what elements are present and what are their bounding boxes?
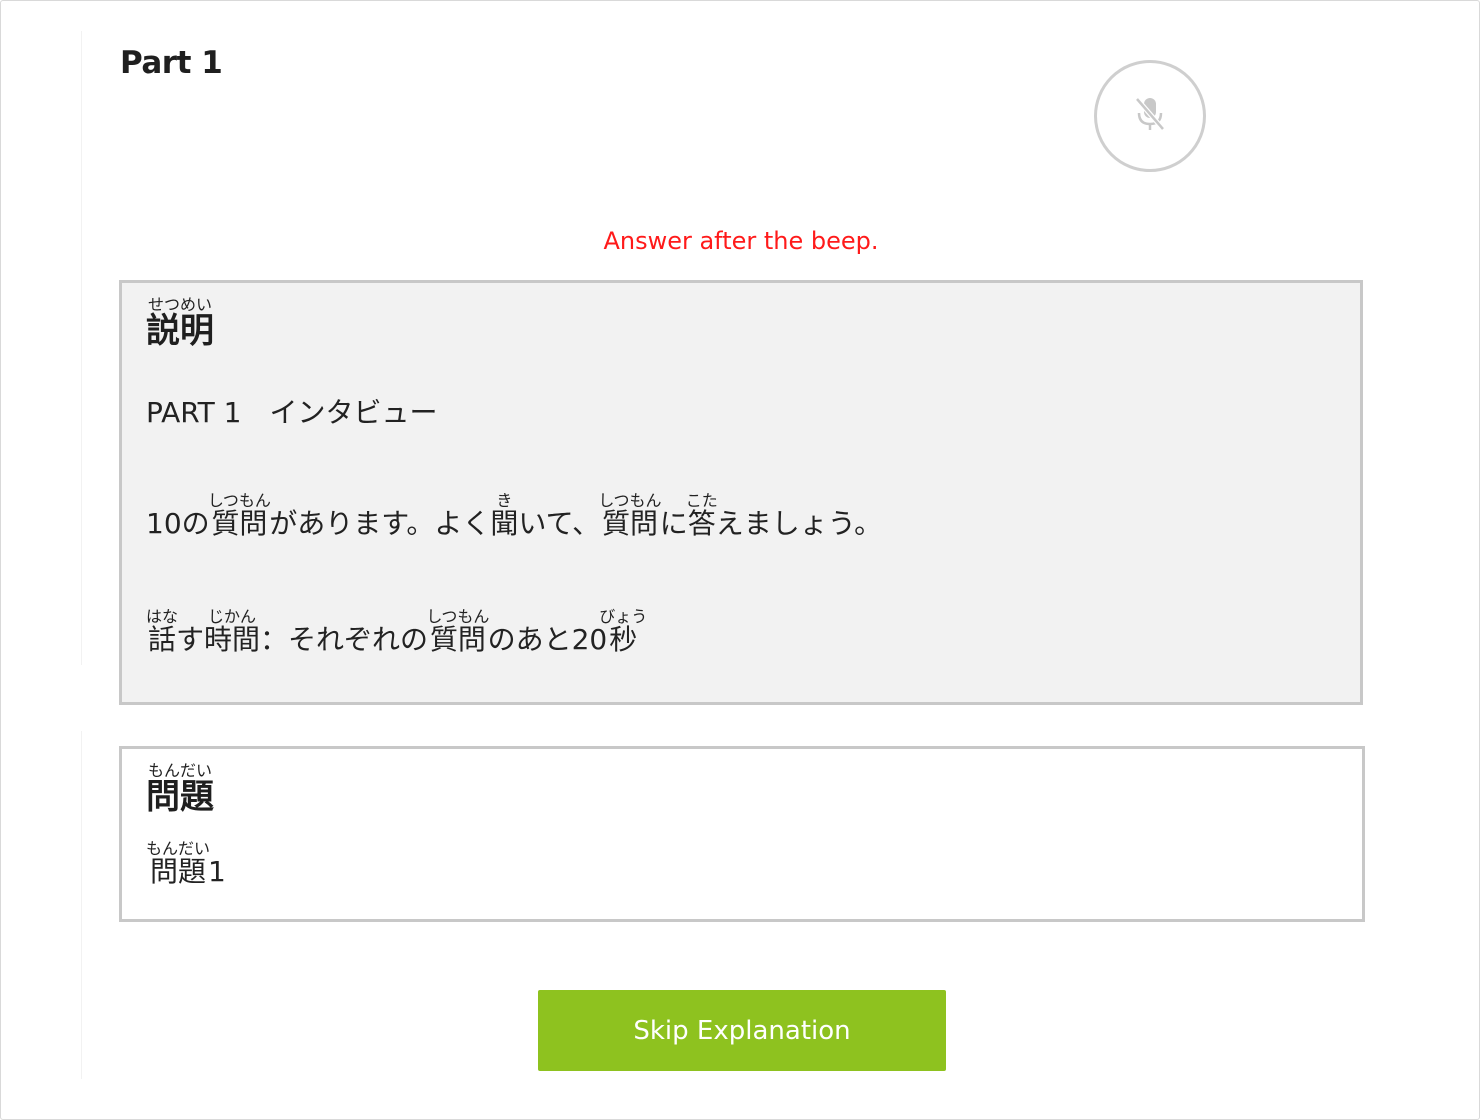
page-frame: Part 1 Answer after the beep. 説明せつめい PAR… xyxy=(0,0,1480,1120)
instruction-text: 10の質問しつもんがあります。よく聞きいて、質問しつもんに答こたえましょう。 xyxy=(146,491,883,540)
explanation-panel: 説明せつめい PART 1 インタビュー 10の質問しつもんがあります。よく聞き… xyxy=(119,280,1363,705)
question-heading: 問題もんだい xyxy=(146,761,214,817)
section-label: PART 1 インタビュー xyxy=(146,396,438,429)
speaking-time-text: 話はなす時間じかん：それぞれの質問しつもんのあと20秒びょう xyxy=(146,607,648,656)
question-number: 問題もんだい1 xyxy=(146,839,226,888)
beep-notice: Answer after the beep. xyxy=(603,227,879,255)
explanation-heading: 説明せつめい xyxy=(146,295,214,351)
content-divider-top xyxy=(81,31,82,665)
part-title: Part 1 xyxy=(120,45,223,81)
skip-explanation-button[interactable]: Skip Explanation xyxy=(538,990,946,1071)
microphone-muted-icon xyxy=(1130,94,1170,138)
question-panel: 問題もんだい 問題もんだい1 xyxy=(119,746,1365,922)
content-divider-bottom xyxy=(81,731,82,1079)
microphone-button[interactable] xyxy=(1094,60,1206,172)
